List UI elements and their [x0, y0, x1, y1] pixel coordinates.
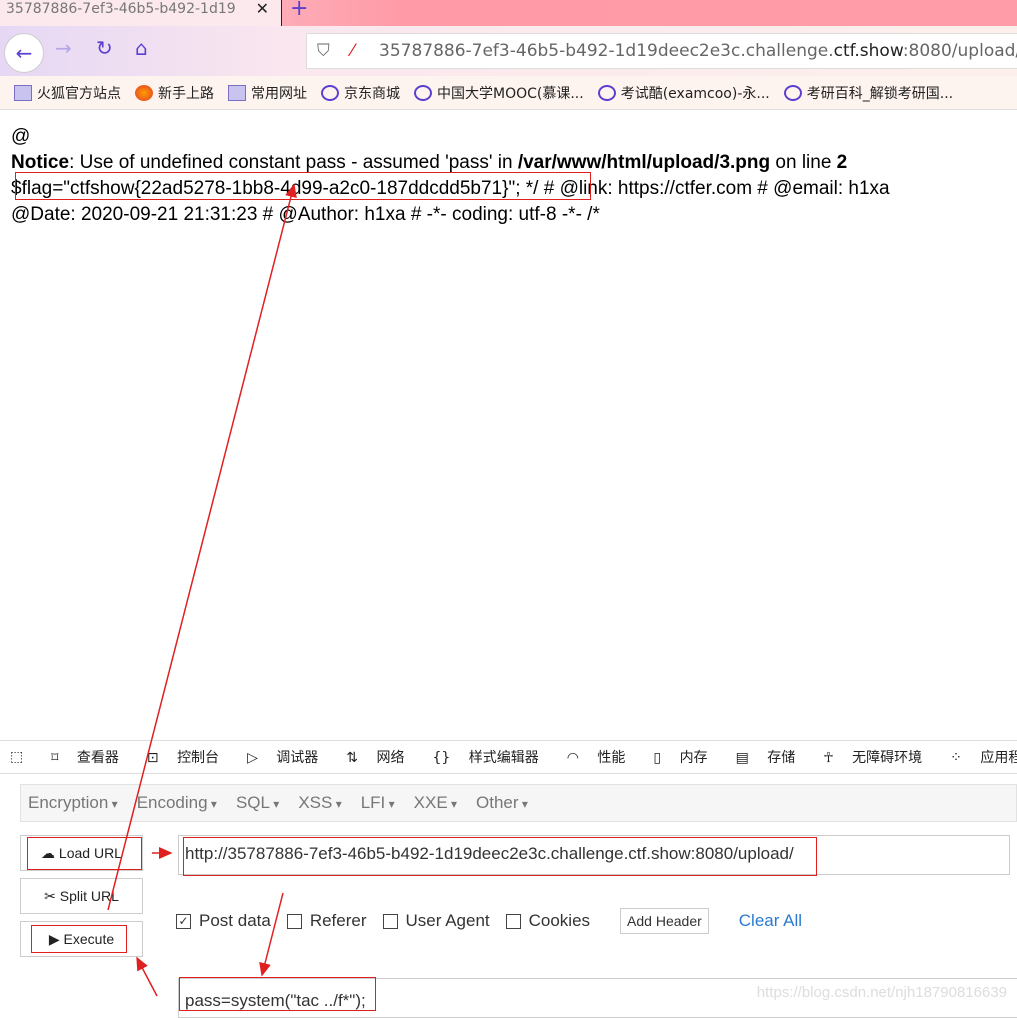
arrow-to-post	[259, 892, 284, 977]
annotation-arrows	[107, 183, 297, 997]
arrow-to-flag	[107, 183, 297, 911]
arrow-to-execute	[136, 956, 158, 997]
